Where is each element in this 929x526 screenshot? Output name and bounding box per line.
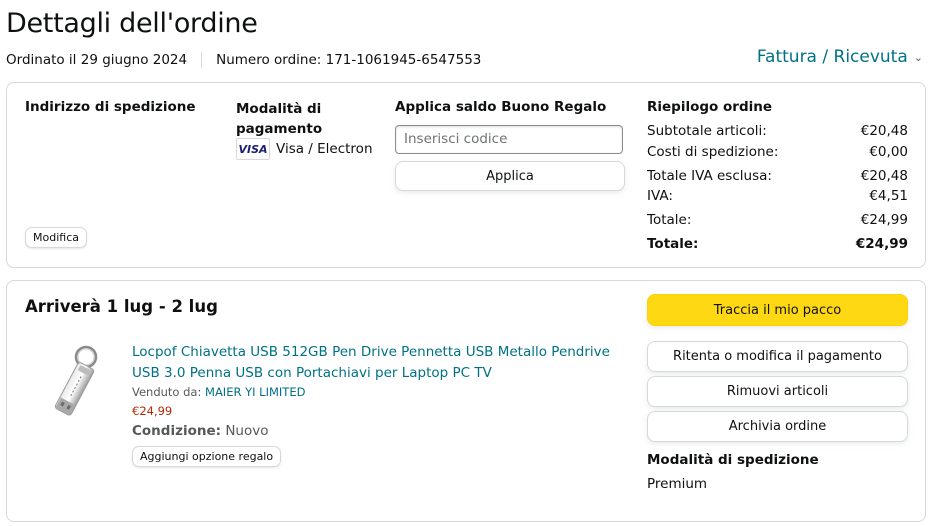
usb-drive-image (54, 345, 98, 416)
archive-order-button[interactable]: Archivia ordine (647, 411, 908, 442)
product-price: €24,99 (132, 404, 173, 418)
add-gift-option-button[interactable]: Aggiungi opzione regalo (132, 446, 282, 467)
summary-label: IVA: (647, 187, 673, 204)
summary-label: Totale: (647, 212, 692, 228)
summary-label: Costi di spedizione: (647, 144, 779, 160)
summary-row: Totale: €24,99 (647, 209, 908, 231)
summary-value: €20,48 (860, 167, 908, 184)
payment-method-heading: Modalità di pagamento (236, 101, 323, 137)
order-number: Numero ordine: 171-1061945-6547553 (216, 52, 482, 68)
summary-label: Totale IVA esclusa: (647, 167, 772, 184)
summary-row: Subtotale articoli: €20,48 (647, 120, 908, 142)
order-summary-heading: Riepilogo ordine (647, 99, 773, 115)
page-title: Dettagli dell'ordine (6, 8, 258, 39)
invoice-dropdown[interactable]: Fattura / Ricevuta ⌄ (757, 47, 923, 67)
seller-link[interactable]: MAIER YI LIMITED (205, 385, 305, 399)
chevron-down-icon: ⌄ (913, 50, 923, 64)
summary-row: Totale IVA esclusa: €20,48 (647, 165, 908, 186)
delivery-estimate: Arriverà 1 lug - 2 lug (25, 297, 218, 316)
edit-address-button[interactable]: Modifica (25, 227, 87, 248)
order-summary-card: Indirizzo di spedizione Modifica Modalit… (6, 82, 926, 268)
order-summary-rows: Subtotale articoli: €20,48 Costi di spedi… (647, 120, 908, 255)
grand-total-row: Totale: €24,99 (647, 233, 908, 255)
summary-row: IVA: €4,51 (647, 186, 908, 205)
apply-gift-button[interactable]: Applica (395, 161, 625, 191)
summary-label: Subtotale articoli: (647, 123, 767, 139)
remove-items-button[interactable]: Rimuovi articoli (647, 376, 908, 407)
meta-divider (201, 52, 203, 68)
track-package-button[interactable]: Traccia il mio pacco (647, 294, 908, 326)
order-date: Ordinato il 29 giugno 2024 (6, 52, 188, 68)
retry-payment-button[interactable]: Ritenta o modifica il pagamento (647, 341, 908, 372)
condition-value: Nuovo (225, 423, 269, 439)
grand-total-value: €24,99 (855, 236, 908, 252)
shipping-address-heading: Indirizzo di spedizione (25, 99, 196, 115)
order-meta: Ordinato il 29 giugno 2024 Numero ordine… (6, 52, 481, 68)
grand-total-label: Totale: (647, 236, 699, 252)
seller-info: Venduto da: MAIER YI LIMITED (132, 385, 305, 399)
visa-card-icon: VISA (236, 138, 270, 160)
product-condition: Condizione: Nuovo (132, 423, 268, 439)
product-title-link[interactable]: Locpof Chiavetta USB 512GB Pen Drive Pen… (132, 342, 622, 384)
summary-value: €24,99 (860, 212, 908, 228)
shipment-card: Arriverà 1 lug - 2 lug Locpof Chiavetta … (6, 280, 926, 522)
condition-label: Condizione: (132, 423, 222, 439)
summary-row: Costi di spedizione: €0,00 (647, 142, 908, 162)
payment-method-label: Visa / Electron (276, 141, 373, 157)
gift-code-input[interactable]: Inserisci codice (395, 125, 623, 154)
payment-method: VISA Visa / Electron (236, 138, 373, 160)
summary-value: €4,51 (869, 187, 908, 204)
sold-by-label: Venduto da: (132, 385, 202, 399)
gift-card-heading: Applica saldo Buono Regalo (395, 99, 607, 115)
shipping-mode-heading: Modalità di spedizione (647, 452, 819, 468)
product-image[interactable] (35, 343, 115, 427)
invoice-link[interactable]: Fattura / Ricevuta (757, 47, 908, 67)
shipping-mode-value: Premium (647, 476, 708, 492)
summary-value: €20,48 (860, 123, 908, 139)
summary-value: €0,00 (869, 144, 908, 160)
